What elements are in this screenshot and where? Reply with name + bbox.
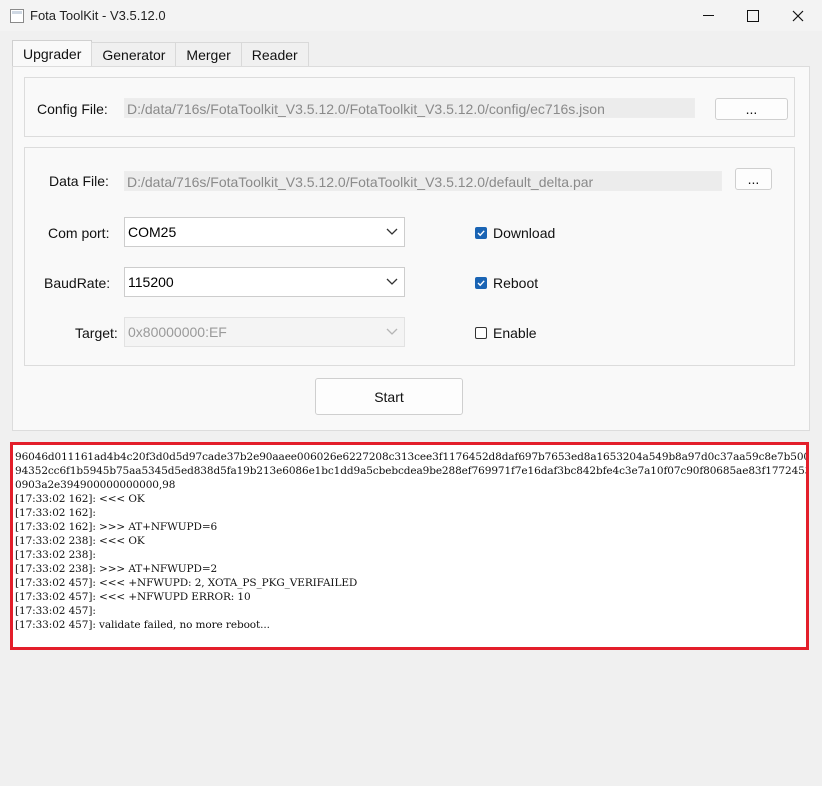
config-group: Config File: D:/data/716s/FotaToolkit_V3… [24, 77, 795, 137]
app-icon [10, 9, 24, 23]
log-line: [17:33:02 457]: validate failed, no more… [15, 619, 270, 631]
tab-merger[interactable]: Merger [175, 42, 242, 66]
tab-reader[interactable]: Reader [240, 42, 309, 66]
log-output[interactable]: 96046d011161ad4b4c20f3d0d5d97cade37b2e90… [10, 442, 809, 650]
baudrate-value: 115200 [128, 274, 174, 290]
log-line: 94352cc6f1b5945b75aa5345d5ed838d5fa19b21… [15, 465, 809, 477]
checkbox-unchecked-icon [475, 327, 487, 339]
config-browse-button[interactable]: ... [715, 98, 788, 120]
chevron-down-icon [386, 328, 398, 335]
log-lines: 96046d011161ad4b4c20f3d0d5d97cade37b2e90… [13, 450, 806, 632]
upgrader-pane: Config File: D:/data/716s/FotaToolkit_V3… [12, 66, 810, 431]
title-bar: Fota ToolKit - V3.5.12.0 [0, 0, 822, 31]
log-line: [17:33:02 238]: >>> AT+NFWUPD=2 [15, 563, 218, 575]
data-file-browse-button[interactable]: ... [735, 168, 772, 190]
minimize-button[interactable] [685, 0, 731, 31]
log-line: [17:33:02 238]: <<< OK [15, 535, 145, 547]
log-line: [17:33:02 457]: [15, 605, 96, 617]
config-file-label: Config File: [37, 101, 108, 117]
maximize-button[interactable] [730, 0, 776, 31]
baudrate-select[interactable]: 115200 [124, 267, 405, 297]
log-line: [17:33:02 162]: [15, 507, 96, 519]
data-file-path[interactable]: D:/data/716s/FotaToolkit_V3.5.12.0/FotaT… [124, 171, 722, 191]
log-line: 96046d011161ad4b4c20f3d0d5d97cade37b2e90… [15, 451, 809, 463]
close-icon [792, 10, 804, 21]
data-file-label: Data File: [49, 173, 109, 189]
chevron-down-icon [386, 278, 398, 285]
checkbox-checked-icon [475, 277, 487, 289]
log-line: [17:33:02 162]: >>> AT+NFWUPD=6 [15, 521, 218, 533]
log-line: [17:33:02 457]: <<< +NFWUPD ERROR: 10 [15, 591, 251, 603]
download-checkbox[interactable]: Download [475, 225, 555, 241]
com-port-value: COM25 [128, 224, 177, 240]
app-window: Fota ToolKit - V3.5.12.0 Upgrader Genera… [0, 0, 822, 786]
maximize-icon [747, 9, 759, 22]
tab-generator[interactable]: Generator [91, 42, 177, 66]
tab-bar: Upgrader Generator Merger Reader [12, 40, 309, 67]
window-title: Fota ToolKit - V3.5.12.0 [30, 8, 166, 23]
settings-group: Data File: D:/data/716s/FotaToolkit_V3.5… [24, 147, 795, 366]
enable-checkbox[interactable]: Enable [475, 325, 537, 341]
com-port-select[interactable]: COM25 [124, 217, 405, 247]
enable-label: Enable [493, 325, 537, 341]
log-line: [17:33:02 457]: <<< +NFWUPD: 2, XOTA_PS_… [15, 577, 358, 589]
close-button[interactable] [775, 0, 821, 31]
reboot-label: Reboot [493, 275, 539, 291]
log-line: [17:33:02 238]: [15, 549, 96, 561]
log-line: 0903a2e394900000000000,98 [15, 479, 176, 491]
reboot-checkbox[interactable]: Reboot [475, 275, 538, 291]
config-file-path[interactable]: D:/data/716s/FotaToolkit_V3.5.12.0/FotaT… [124, 98, 695, 118]
checkbox-checked-icon [475, 227, 487, 239]
tab-upgrader[interactable]: Upgrader [12, 40, 93, 66]
log-line: [17:33:02 162]: <<< OK [15, 493, 145, 505]
chevron-down-icon [386, 228, 398, 235]
download-label: Download [493, 225, 556, 241]
target-select[interactable]: 0x80000000:EF [124, 317, 405, 347]
target-value: 0x80000000:EF [128, 324, 227, 340]
start-button[interactable]: Start [315, 378, 463, 415]
minimize-icon [702, 15, 714, 16]
target-label: Target: [75, 325, 118, 341]
baudrate-label: BaudRate: [44, 275, 111, 291]
com-port-label: Com port: [48, 225, 110, 241]
